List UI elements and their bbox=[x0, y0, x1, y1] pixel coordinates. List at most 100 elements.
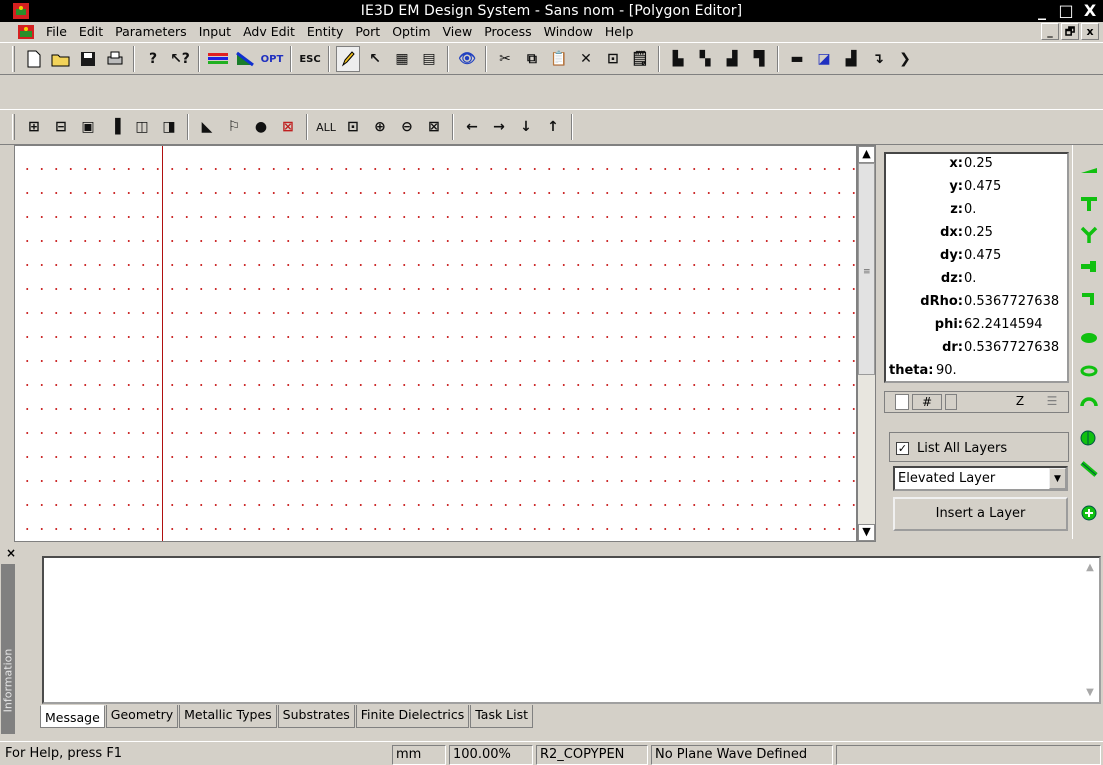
circle-plus-icon[interactable] bbox=[1079, 503, 1099, 523]
minimize-button[interactable]: _ bbox=[1031, 2, 1053, 20]
ring-icon[interactable] bbox=[1079, 361, 1099, 381]
menu-entity[interactable]: Entity bbox=[301, 24, 350, 40]
cylinder-icon[interactable] bbox=[1079, 428, 1099, 448]
menu-optim[interactable]: Optim bbox=[386, 24, 436, 40]
tab-metallic-types[interactable]: Metallic Types bbox=[179, 705, 277, 728]
eye-icon[interactable]: 👁 bbox=[455, 46, 479, 72]
zoom-in-icon[interactable]: ⊕ bbox=[368, 114, 392, 140]
layer-color-column[interactable] bbox=[945, 394, 957, 410]
rect-cut-icon[interactable]: ◪ bbox=[812, 46, 836, 72]
select-vertex-icon[interactable]: ▤ bbox=[417, 46, 441, 72]
insert-layer-button[interactable]: Insert a Layer bbox=[893, 497, 1068, 531]
chevron-up-icon[interactable]: ▲ bbox=[1083, 562, 1097, 573]
menu-edit[interactable]: Edit bbox=[73, 24, 109, 40]
layer-select[interactable]: Elevated Layer ▼ bbox=[893, 466, 1068, 491]
tab-finite-dielectrics[interactable]: Finite Dielectrics bbox=[355, 705, 470, 728]
chevron-down-icon[interactable]: ▼ bbox=[1049, 468, 1066, 489]
align-bottom-icon[interactable]: ▜ bbox=[747, 46, 771, 72]
layer-index-column[interactable]: # bbox=[912, 394, 942, 410]
port-vertical-icon[interactable]: ⊟ bbox=[49, 114, 73, 140]
chevron-icon[interactable]: ❯ bbox=[893, 46, 917, 72]
delete-icon[interactable]: ✕ bbox=[574, 46, 598, 72]
maximize-button[interactable]: □ bbox=[1055, 2, 1077, 20]
tee-junction-icon[interactable] bbox=[1079, 194, 1099, 214]
menu-file[interactable]: File bbox=[40, 24, 73, 40]
shape-icon[interactable]: ◣ bbox=[195, 114, 219, 140]
tab-task-list[interactable]: Task List bbox=[470, 705, 534, 728]
bend-icon[interactable] bbox=[1079, 289, 1099, 309]
zoom-all-icon[interactable]: ALL bbox=[314, 114, 338, 140]
substrate-icon[interactable] bbox=[233, 46, 257, 72]
diagonal-icon[interactable] bbox=[1079, 459, 1099, 479]
list-all-layers-check[interactable]: ✓ bbox=[896, 442, 909, 455]
straight-line-icon[interactable] bbox=[1079, 160, 1099, 180]
pan-down-icon[interactable]: ↓ bbox=[514, 114, 538, 140]
menu-process[interactable]: Process bbox=[478, 24, 537, 40]
layer-visible-column[interactable] bbox=[895, 394, 909, 410]
scroll-thumb[interactable]: ≡ bbox=[858, 163, 875, 375]
cut-icon[interactable]: ✂ bbox=[493, 46, 517, 72]
message-area[interactable]: ▲ ▼ bbox=[42, 556, 1101, 704]
step-icon[interactable]: ▟ bbox=[839, 46, 863, 72]
pencil-icon[interactable] bbox=[336, 46, 360, 72]
optim-icon[interactable]: OPT bbox=[260, 46, 284, 72]
select-arrow-icon[interactable]: ↖ bbox=[363, 46, 387, 72]
pan-left-icon[interactable]: ← bbox=[460, 114, 484, 140]
save-icon[interactable] bbox=[76, 46, 100, 72]
port-box-icon[interactable]: ▣ bbox=[76, 114, 100, 140]
rect-icon[interactable]: ▬ bbox=[785, 46, 809, 72]
circle-icon[interactable]: ● bbox=[249, 114, 273, 140]
clipboard-icon[interactable]: 🗒 bbox=[628, 46, 652, 72]
menu-help[interactable]: Help bbox=[599, 24, 640, 40]
tab-substrates[interactable]: Substrates bbox=[277, 705, 355, 728]
open-folder-icon[interactable] bbox=[49, 46, 73, 72]
mdi-restore-button[interactable]: 🗗 bbox=[1061, 23, 1079, 40]
information-side-tab[interactable]: Information bbox=[1, 564, 15, 734]
port-pair-icon[interactable]: ◫ bbox=[130, 114, 154, 140]
port-icon[interactable]: ⊞ bbox=[22, 114, 46, 140]
list-all-layers-checkbox[interactable]: ✓ List All Layers bbox=[889, 432, 1069, 462]
menu-adv-edit[interactable]: Adv Edit bbox=[237, 24, 301, 40]
ellipse-icon[interactable] bbox=[1079, 328, 1099, 348]
context-help-icon[interactable]: ↖? bbox=[168, 46, 192, 72]
duplicate-icon[interactable]: ⊡ bbox=[601, 46, 625, 72]
toolbar-grip[interactable] bbox=[12, 46, 15, 72]
help-icon[interactable]: ? bbox=[141, 46, 165, 72]
align-right-icon[interactable]: ▟ bbox=[720, 46, 744, 72]
zoom-out-icon[interactable]: ⊖ bbox=[395, 114, 419, 140]
mdi-minimize-button[interactable]: _ bbox=[1041, 23, 1059, 40]
print-icon[interactable] bbox=[103, 46, 127, 72]
menu-window[interactable]: Window bbox=[538, 24, 599, 40]
toolbar2-grip[interactable] bbox=[12, 114, 15, 140]
escape-icon[interactable]: ESC bbox=[298, 46, 322, 72]
port-edge-icon[interactable]: ▐ bbox=[103, 114, 127, 140]
paste-icon[interactable]: 📋 bbox=[547, 46, 571, 72]
chevron-down-icon[interactable]: ▼ bbox=[1083, 687, 1097, 698]
layer-z-column[interactable]: Z bbox=[1000, 394, 1040, 410]
canvas-scrollbar[interactable]: ▲ ≡ ▼ bbox=[857, 145, 876, 542]
pan-up-icon[interactable]: ↑ bbox=[541, 114, 565, 140]
step-junction-icon[interactable] bbox=[1079, 256, 1099, 276]
copy-icon[interactable]: ⧉ bbox=[520, 46, 544, 72]
mdi-close-button[interactable]: x bbox=[1081, 23, 1099, 40]
pan-right-icon[interactable]: → bbox=[487, 114, 511, 140]
close-button[interactable]: X bbox=[1079, 2, 1101, 20]
layers-color-icon[interactable] bbox=[206, 46, 230, 72]
document-icon[interactable] bbox=[17, 23, 35, 41]
tab-geometry[interactable]: Geometry bbox=[105, 705, 179, 728]
zoom-window-icon[interactable]: ⊡ bbox=[341, 114, 365, 140]
align-center-icon[interactable]: ▚ bbox=[693, 46, 717, 72]
port-split-icon[interactable]: ◨ bbox=[157, 114, 181, 140]
drawing-canvas[interactable] bbox=[14, 145, 857, 542]
menu-port[interactable]: Port bbox=[349, 24, 386, 40]
bend-icon[interactable]: ↴ bbox=[866, 46, 890, 72]
menu-parameters[interactable]: Parameters bbox=[109, 24, 193, 40]
new-file-icon[interactable] bbox=[22, 46, 46, 72]
mesh-icon[interactable]: ⊠ bbox=[276, 114, 300, 140]
close-icon[interactable]: × bbox=[6, 546, 16, 560]
y-junction-icon[interactable] bbox=[1079, 225, 1099, 245]
select-box-icon[interactable]: ▦ bbox=[390, 46, 414, 72]
menu-input[interactable]: Input bbox=[193, 24, 237, 40]
scroll-down-icon[interactable]: ▼ bbox=[858, 524, 875, 541]
tab-message[interactable]: Message bbox=[40, 705, 105, 728]
